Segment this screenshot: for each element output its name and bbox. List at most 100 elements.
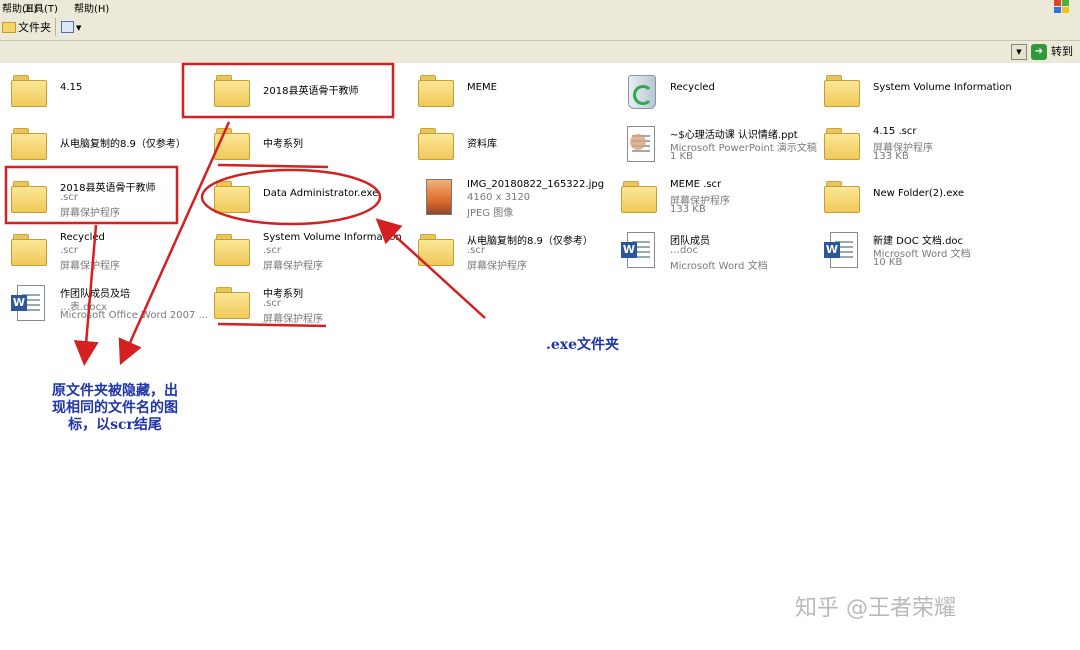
folder-icon xyxy=(214,126,252,160)
folder-icon xyxy=(418,232,456,266)
file-detail: .scr xyxy=(60,192,78,203)
menu-item-help[interactable]: 帮助(H) xyxy=(74,0,109,15)
windows-logo-icon xyxy=(1054,0,1070,13)
file-item[interactable]: 2018县英语骨干教师 .scr 屏幕保护程序 xyxy=(8,173,208,221)
file-detail: 屏幕保护程序 xyxy=(263,261,323,272)
file-detail: 屏幕保护程序 xyxy=(467,261,527,272)
file-item[interactable]: System Volume Information .scr 屏幕保护程序 xyxy=(211,226,411,274)
file-name: MEME xyxy=(467,82,497,93)
go-button-label: 转到 xyxy=(1051,45,1073,58)
file-name: System Volume Information xyxy=(263,232,402,243)
file-detail: 10 KB xyxy=(873,257,903,268)
file-item[interactable]: MEME xyxy=(415,67,615,115)
toolbar-divider xyxy=(55,18,56,36)
folders-button[interactable]: 文件夹 xyxy=(0,19,51,36)
toolbar: 文件夹 ▼ xyxy=(0,14,1080,41)
file-name: IMG_20180822_165322.jpg xyxy=(467,179,605,190)
file-detail: 133 KB xyxy=(873,151,909,162)
file-name: Recycled xyxy=(60,232,105,243)
file-name: 从电脑复制的8.9（仅参考） xyxy=(60,139,186,150)
hidden-folder-note: 原文件夹被隐藏，出 现相同的文件名的图 标，以scr结尾 xyxy=(35,383,195,434)
folder-icon xyxy=(11,179,49,213)
menu-item-tools[interactable]: 工具(T) xyxy=(24,0,58,15)
folder-icon xyxy=(11,126,49,160)
folder-icon xyxy=(2,22,16,33)
file-item[interactable]: IMG_20180822_165322.jpg 4160 x 3120 JPEG 图… xyxy=(415,173,615,221)
file-view[interactable]: 4.15 2018县英语骨干教师 MEME Recycled System Volume… xyxy=(0,63,1080,650)
file-item[interactable]: 2018县英语骨干教师 xyxy=(211,67,411,115)
file-item[interactable]: MEME .scr 屏幕保护程序 133 KB xyxy=(618,173,818,221)
file-detail: …doc xyxy=(670,245,698,256)
file-item[interactable]: 中考系列 xyxy=(211,120,411,168)
folder-icon xyxy=(214,285,252,319)
folder-icon xyxy=(824,179,862,213)
file-detail: 4160 x 3120 xyxy=(467,192,531,203)
file-name: System Volume Information xyxy=(873,82,1012,93)
file-item[interactable]: New Folder(2).exe xyxy=(821,173,1021,221)
file-name: 2018县英语骨干教师 xyxy=(263,86,359,97)
menu-bar: 帮助(H) 工具(T) 帮助(H) xyxy=(0,0,1080,15)
note-line-3: 标，以scr结尾 xyxy=(68,417,162,433)
watermark: 知乎 @王者荣耀 xyxy=(795,596,956,621)
file-item[interactable]: W 团队成员 …doc Microsoft Word 文档 xyxy=(618,226,818,274)
file-item[interactable]: 资料库 xyxy=(415,120,615,168)
file-detail: 屏幕保护程序 xyxy=(60,261,120,272)
file-detail: 1 KB xyxy=(670,151,693,162)
recycle-bin-icon xyxy=(621,73,659,109)
file-item[interactable]: Data Administrator.exe xyxy=(211,173,411,221)
word-icon: W xyxy=(621,232,659,268)
word-icon: W xyxy=(824,232,862,268)
file-detail: 133 KB xyxy=(670,204,706,215)
powerpoint-icon xyxy=(621,126,659,162)
folder-icon xyxy=(11,73,49,107)
file-name: Recycled xyxy=(670,82,715,93)
folder-icon xyxy=(214,179,252,213)
file-detail: 屏幕保护程序 xyxy=(263,314,323,325)
file-name: 中考系列 xyxy=(263,139,303,150)
folder-icon xyxy=(824,126,862,160)
folder-icon xyxy=(214,232,252,266)
file-item[interactable]: W 作团队成员及培 …表.docx Microsoft Office Word 200… xyxy=(8,279,208,327)
folder-icon xyxy=(824,73,862,107)
file-item[interactable]: ~$心理活动课 认识情绪.ppt Microsoft PowerPoint 演示文… xyxy=(618,120,818,168)
go-button[interactable]: ➜ 转到 xyxy=(1031,43,1073,61)
note-line-2: 现相同的文件名的图 xyxy=(52,400,178,416)
folder-icon xyxy=(621,179,659,213)
file-item[interactable]: 4.15 .scr 屏幕保护程序 133 KB xyxy=(821,120,1021,168)
exe-folder-label: .exe文件夹 xyxy=(546,337,620,353)
file-item[interactable]: Recycled .scr 屏幕保护程序 xyxy=(8,226,208,274)
views-icon xyxy=(61,21,74,33)
views-button[interactable]: ▼ xyxy=(61,20,83,34)
file-detail: 屏幕保护程序 xyxy=(60,208,120,219)
file-detail: Microsoft Office Word 2007 ... xyxy=(60,310,209,321)
address-bar: ▼ ➜ 转到 xyxy=(0,41,1080,64)
folders-button-label: 文件夹 xyxy=(18,21,51,34)
folder-icon xyxy=(11,232,49,266)
image-icon xyxy=(418,179,456,215)
note-line-1: 原文件夹被隐藏，出 xyxy=(52,383,178,399)
file-name: 资料库 xyxy=(467,139,497,150)
file-detail: .scr xyxy=(263,298,281,309)
file-item[interactable]: 从电脑复制的8.9（仅参考） xyxy=(8,120,208,168)
file-item[interactable]: 从电脑复制的8.9（仅参考） .scr 屏幕保护程序 xyxy=(415,226,615,274)
file-detail: .scr xyxy=(467,245,485,256)
chevron-down-icon: ▼ xyxy=(76,24,82,32)
file-name: 从电脑复制的8.9（仅参考） xyxy=(467,236,593,247)
file-detail: .scr xyxy=(60,245,78,256)
file-item[interactable]: 中考系列 .scr 屏幕保护程序 xyxy=(211,279,411,327)
word-icon: W xyxy=(11,285,49,321)
file-item[interactable]: System Volume Information xyxy=(821,67,1021,115)
folder-icon xyxy=(418,73,456,107)
file-name: 4.15 .scr xyxy=(873,126,917,137)
file-detail: Microsoft Word 文档 xyxy=(670,261,768,272)
file-name: Data Administrator.exe xyxy=(263,188,379,199)
file-item[interactable]: W 新建 DOC 文档.doc Microsoft Word 文档 10 KB xyxy=(821,226,1021,274)
file-item[interactable]: Recycled xyxy=(618,67,818,115)
go-arrow-icon: ➜ xyxy=(1031,44,1047,60)
file-name: New Folder(2).exe xyxy=(873,188,964,199)
folder-icon xyxy=(418,126,456,160)
address-dropdown-button[interactable]: ▼ xyxy=(1011,44,1027,60)
file-name: 4.15 xyxy=(60,82,83,93)
file-detail: .scr xyxy=(263,245,281,256)
file-item[interactable]: 4.15 xyxy=(8,67,208,115)
